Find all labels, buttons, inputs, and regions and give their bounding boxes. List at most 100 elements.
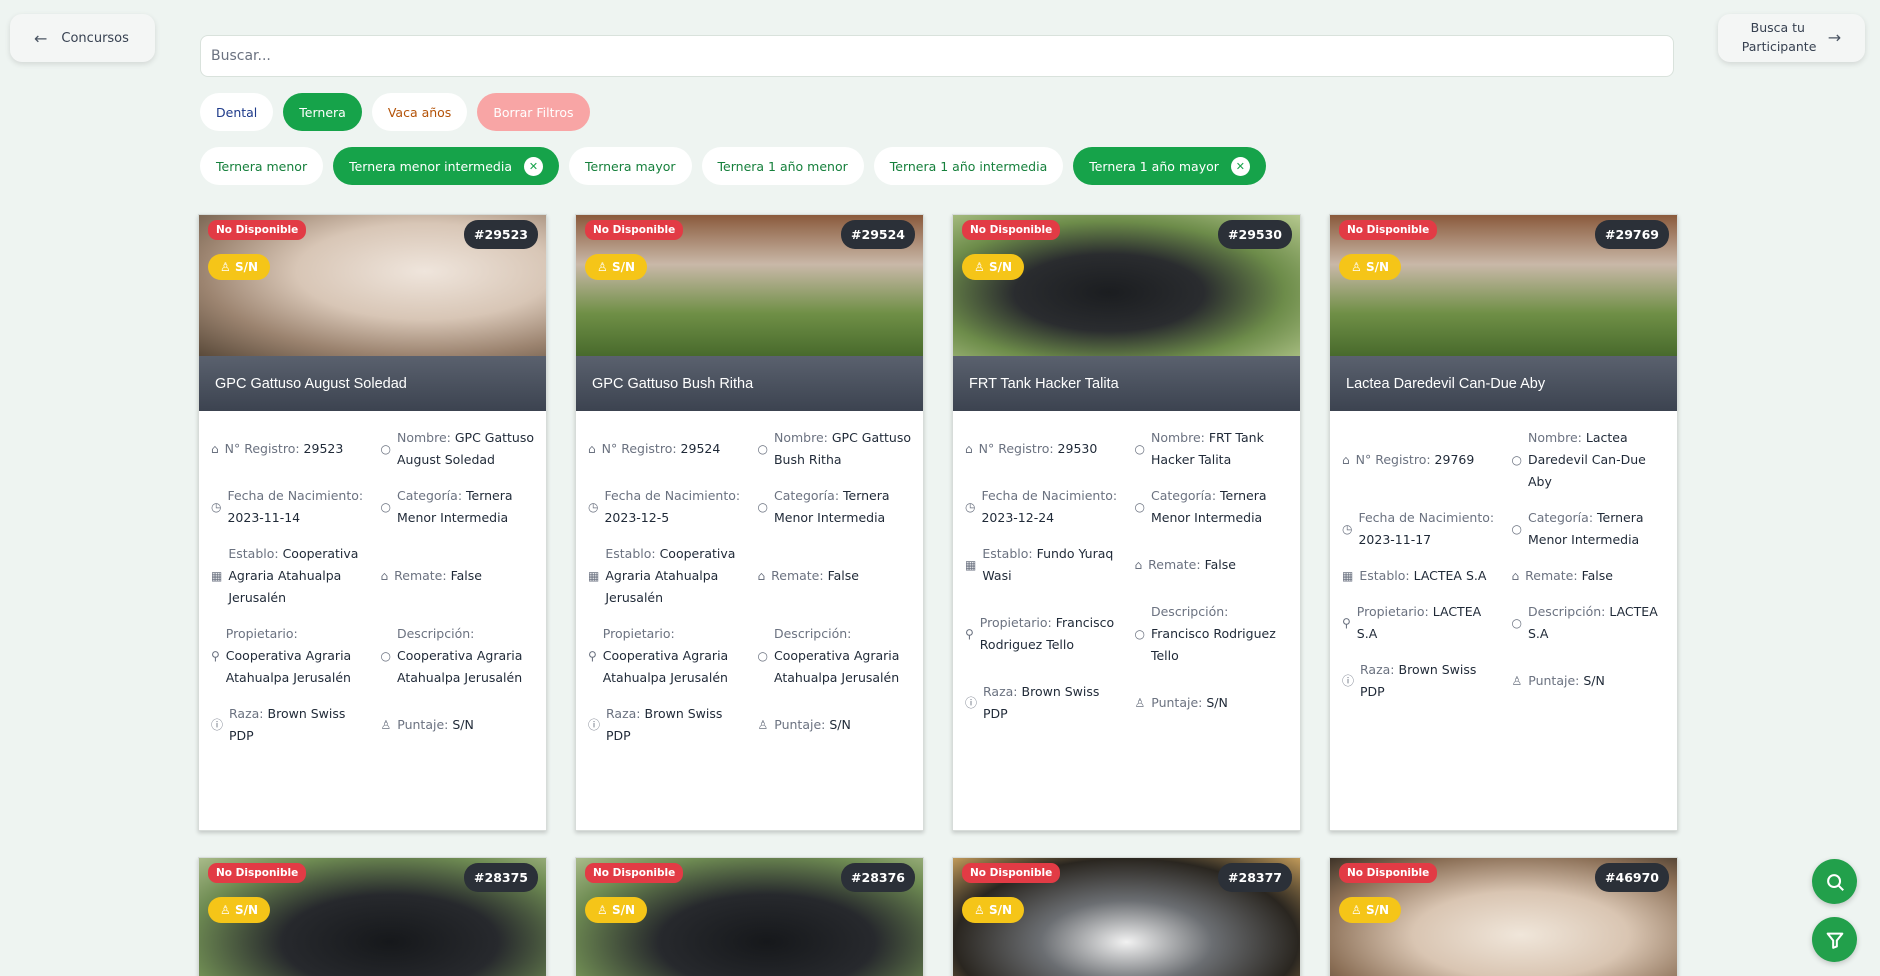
field-raza-text: Raza: Brown Swiss PDP: [1360, 659, 1497, 703]
person-icon: ⚲: [965, 627, 974, 641]
field-value: False: [1581, 568, 1613, 583]
filter-fab-button[interactable]: [1812, 917, 1857, 962]
filter-chip-label: Ternera menor: [216, 158, 308, 174]
info-icon: ⓘ: [211, 718, 224, 732]
field-propietario-text: Propietario: Cooperativa Agraria Atahual…: [603, 623, 744, 689]
filter-chip-label: Ternera menor intermedia: [349, 158, 512, 174]
field-label: Categoría:: [396, 488, 463, 503]
field-puntaje-text: Puntaje: S/N: [1528, 670, 1605, 692]
field-puntaje: ♙ Puntaje: S/N: [381, 703, 537, 747]
registration-id-badge: #29769: [1595, 220, 1669, 249]
field-label: Categoría:: [1527, 510, 1594, 525]
tag-icon: ⌂: [1134, 558, 1143, 572]
field-propietario-text: Propietario: LACTEA S.A: [1357, 601, 1498, 645]
tag-icon: ⌂: [965, 442, 973, 456]
circle-icon: ○: [1511, 522, 1522, 536]
unavailable-badge: No Disponible: [208, 220, 307, 240]
field-puntaje-text: Puntaje: S/N: [1151, 692, 1228, 714]
participant-card[interactable]: No Disponible #46970 ♙ S/N: [1329, 857, 1678, 976]
filter-chip-ternera-menor-intermedia[interactable]: Ternera menor intermedia ✕: [333, 147, 559, 185]
clear-filters-button[interactable]: Borrar Filtros: [477, 93, 590, 131]
award-icon: ♙: [1351, 260, 1366, 274]
filter-chip-ternera[interactable]: Ternera: [283, 93, 362, 131]
field-raza-text: Raza: Brown Swiss PDP: [229, 703, 366, 747]
field-categoria: ○ Categoría: Ternera Menor Intermedia: [1135, 485, 1291, 529]
circle-icon: ○: [380, 442, 391, 456]
participant-card[interactable]: No Disponible #28376 ♙ S/N: [575, 857, 924, 976]
field-value: S/N: [829, 717, 851, 732]
field-puntaje-text: Puntaje: S/N: [774, 714, 851, 736]
award-icon: ♙: [380, 718, 392, 732]
field-label: Raza:: [606, 706, 641, 721]
field-categoria: ○ Categoría: Ternera Menor Intermedia: [1512, 507, 1668, 551]
participant-photo: No Disponible #29769 ♙ S/N: [1330, 215, 1677, 356]
field-label: Propietario:: [979, 615, 1052, 630]
field-label: Fecha de Nacimiento:: [1358, 510, 1495, 525]
field-establo: ▦ Establo: LACTEA S.A: [1342, 565, 1498, 587]
participant-card[interactable]: No Disponible #29523 ♙ S/N GPC Gattuso Augu…: [198, 214, 547, 831]
filter-group-primary: Dental Ternera Vaca años Borrar Filtros: [200, 93, 590, 131]
participant-card[interactable]: No Disponible #29769 ♙ S/N Lactea Daredevil…: [1329, 214, 1678, 831]
field-remate-text: Remate: False: [394, 565, 482, 587]
score-badge: ♙ S/N: [585, 254, 648, 280]
circle-icon: ○: [1134, 442, 1145, 456]
filter-chip-dental[interactable]: Dental: [200, 93, 274, 131]
field-value: False: [1204, 557, 1236, 572]
field-fecha-nacimiento: ◷ Fecha de Nacimiento: 2023-11-14: [211, 485, 367, 529]
field-value: Cooperativa Agraria Atahualpa Jerusalén: [396, 648, 523, 685]
tag-icon: ⌂: [757, 569, 766, 583]
filter-chip-ternera-1-ano-intermedia[interactable]: Ternera 1 año intermedia: [873, 147, 1064, 185]
search-input[interactable]: [200, 35, 1674, 77]
participant-title: Lactea Daredevil Can-Due Aby: [1330, 356, 1677, 411]
find-participant-button[interactable]: Busca tu Participante →: [1718, 14, 1865, 62]
filter-chip-label: Ternera 1 año intermedia: [889, 158, 1048, 174]
field-label: Nombre:: [1527, 430, 1582, 445]
field-value: 2023-12-5: [604, 510, 670, 525]
filter-group-subcategory: Ternera menor Ternera menor intermedia ✕ …: [200, 147, 1266, 185]
remove-filter-icon[interactable]: ✕: [1230, 156, 1250, 176]
back-button-label: Concursos: [61, 30, 129, 46]
field-remate-text: Remate: False: [1148, 554, 1236, 576]
participant-card[interactable]: No Disponible #29530 ♙ S/N FRT Tank Hacker …: [952, 214, 1301, 831]
circle-icon: ○: [380, 500, 391, 514]
score-badge: ♙ S/N: [585, 897, 648, 923]
score-badge: ♙ S/N: [1339, 254, 1402, 280]
field-label: Establo:: [1359, 568, 1410, 583]
participant-title: GPC Gattuso August Soledad: [199, 356, 546, 411]
participant-card[interactable]: No Disponible #29524 ♙ S/N GPC Gattuso Bush…: [575, 214, 924, 831]
field-registro-text: N° Registro: 29524: [602, 438, 721, 460]
field-fecha-nacimiento: ◷ Fecha de Nacimiento: 2023-12-5: [588, 485, 744, 529]
field-raza: ⓘ Raza: Brown Swiss PDP: [588, 703, 744, 747]
field-categoria: ○ Categoría: Ternera Menor Intermedia: [758, 485, 914, 529]
remove-filter-icon[interactable]: ✕: [524, 156, 543, 176]
field-registro: ⌂ N° Registro: 29523: [211, 427, 367, 471]
filter-chip-ternera-1-ano-mayor[interactable]: Ternera 1 año mayor ✕: [1073, 147, 1266, 185]
info-icon: ⓘ: [588, 718, 601, 732]
participant-photo: No Disponible #29524 ♙ S/N: [576, 215, 923, 356]
field-value: Francisco Rodriguez Tello: [1150, 626, 1276, 663]
field-propietario: ⚲ Propietario: Cooperativa Agraria Atahua…: [588, 623, 744, 689]
filter-chip-ternera-1-ano-menor[interactable]: Ternera 1 año menor: [701, 147, 864, 185]
field-label: Descripción:: [773, 626, 852, 641]
unavailable-badge: No Disponible: [585, 863, 684, 883]
field-value: S/N: [452, 717, 474, 732]
unavailable-badge: No Disponible: [962, 863, 1061, 883]
field-label: Nombre:: [396, 430, 451, 445]
participant-card[interactable]: No Disponible #28375 ♙ S/N: [198, 857, 547, 976]
filter-chip-vaca-anos[interactable]: Vaca años: [371, 93, 468, 131]
circle-icon: ○: [1511, 453, 1522, 467]
search-fab-button[interactable]: [1812, 859, 1857, 904]
field-label: Remate:: [394, 568, 447, 583]
field-remate: ⌂ Remate: False: [1512, 565, 1668, 587]
field-label: Descripción:: [396, 626, 475, 641]
filter-chip-ternera-menor[interactable]: Ternera menor: [200, 147, 324, 185]
participant-card[interactable]: No Disponible #28377 ♙ S/N: [952, 857, 1301, 976]
award-icon: ♙: [1351, 903, 1366, 917]
circle-icon: ○: [1134, 500, 1145, 514]
back-button[interactable]: ← Concursos: [10, 14, 155, 62]
participant-photo: No Disponible #28377 ♙ S/N: [953, 858, 1300, 976]
score-badge-value: S/N: [611, 903, 636, 917]
filter-chip-ternera-mayor[interactable]: Ternera mayor: [569, 147, 692, 185]
field-label: Establo:: [228, 546, 279, 561]
field-descripcion-text: Descripción: Cooperativa Agraria Atahual…: [397, 623, 536, 689]
